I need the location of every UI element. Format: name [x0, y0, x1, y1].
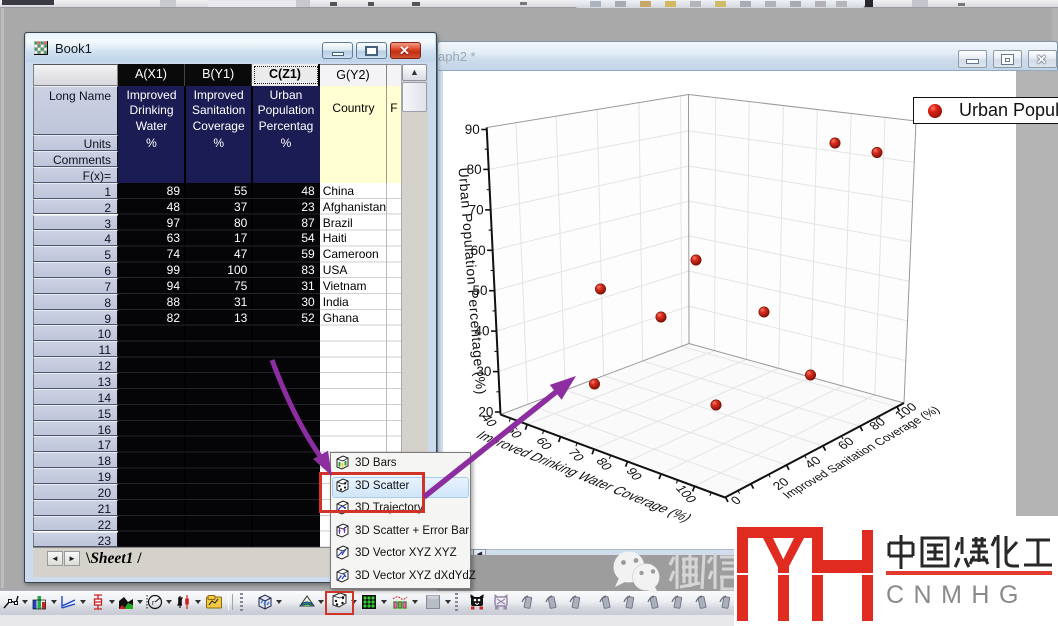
svg-text:90: 90 [465, 122, 480, 137]
svg-text:80: 80 [593, 455, 616, 472]
svg-text:0: 0 [728, 494, 744, 507]
svg-text:Urban Population Percentage (%: Urban Population Percentage (%) [456, 167, 490, 396]
svg-text:r: r [152, 600, 155, 607]
